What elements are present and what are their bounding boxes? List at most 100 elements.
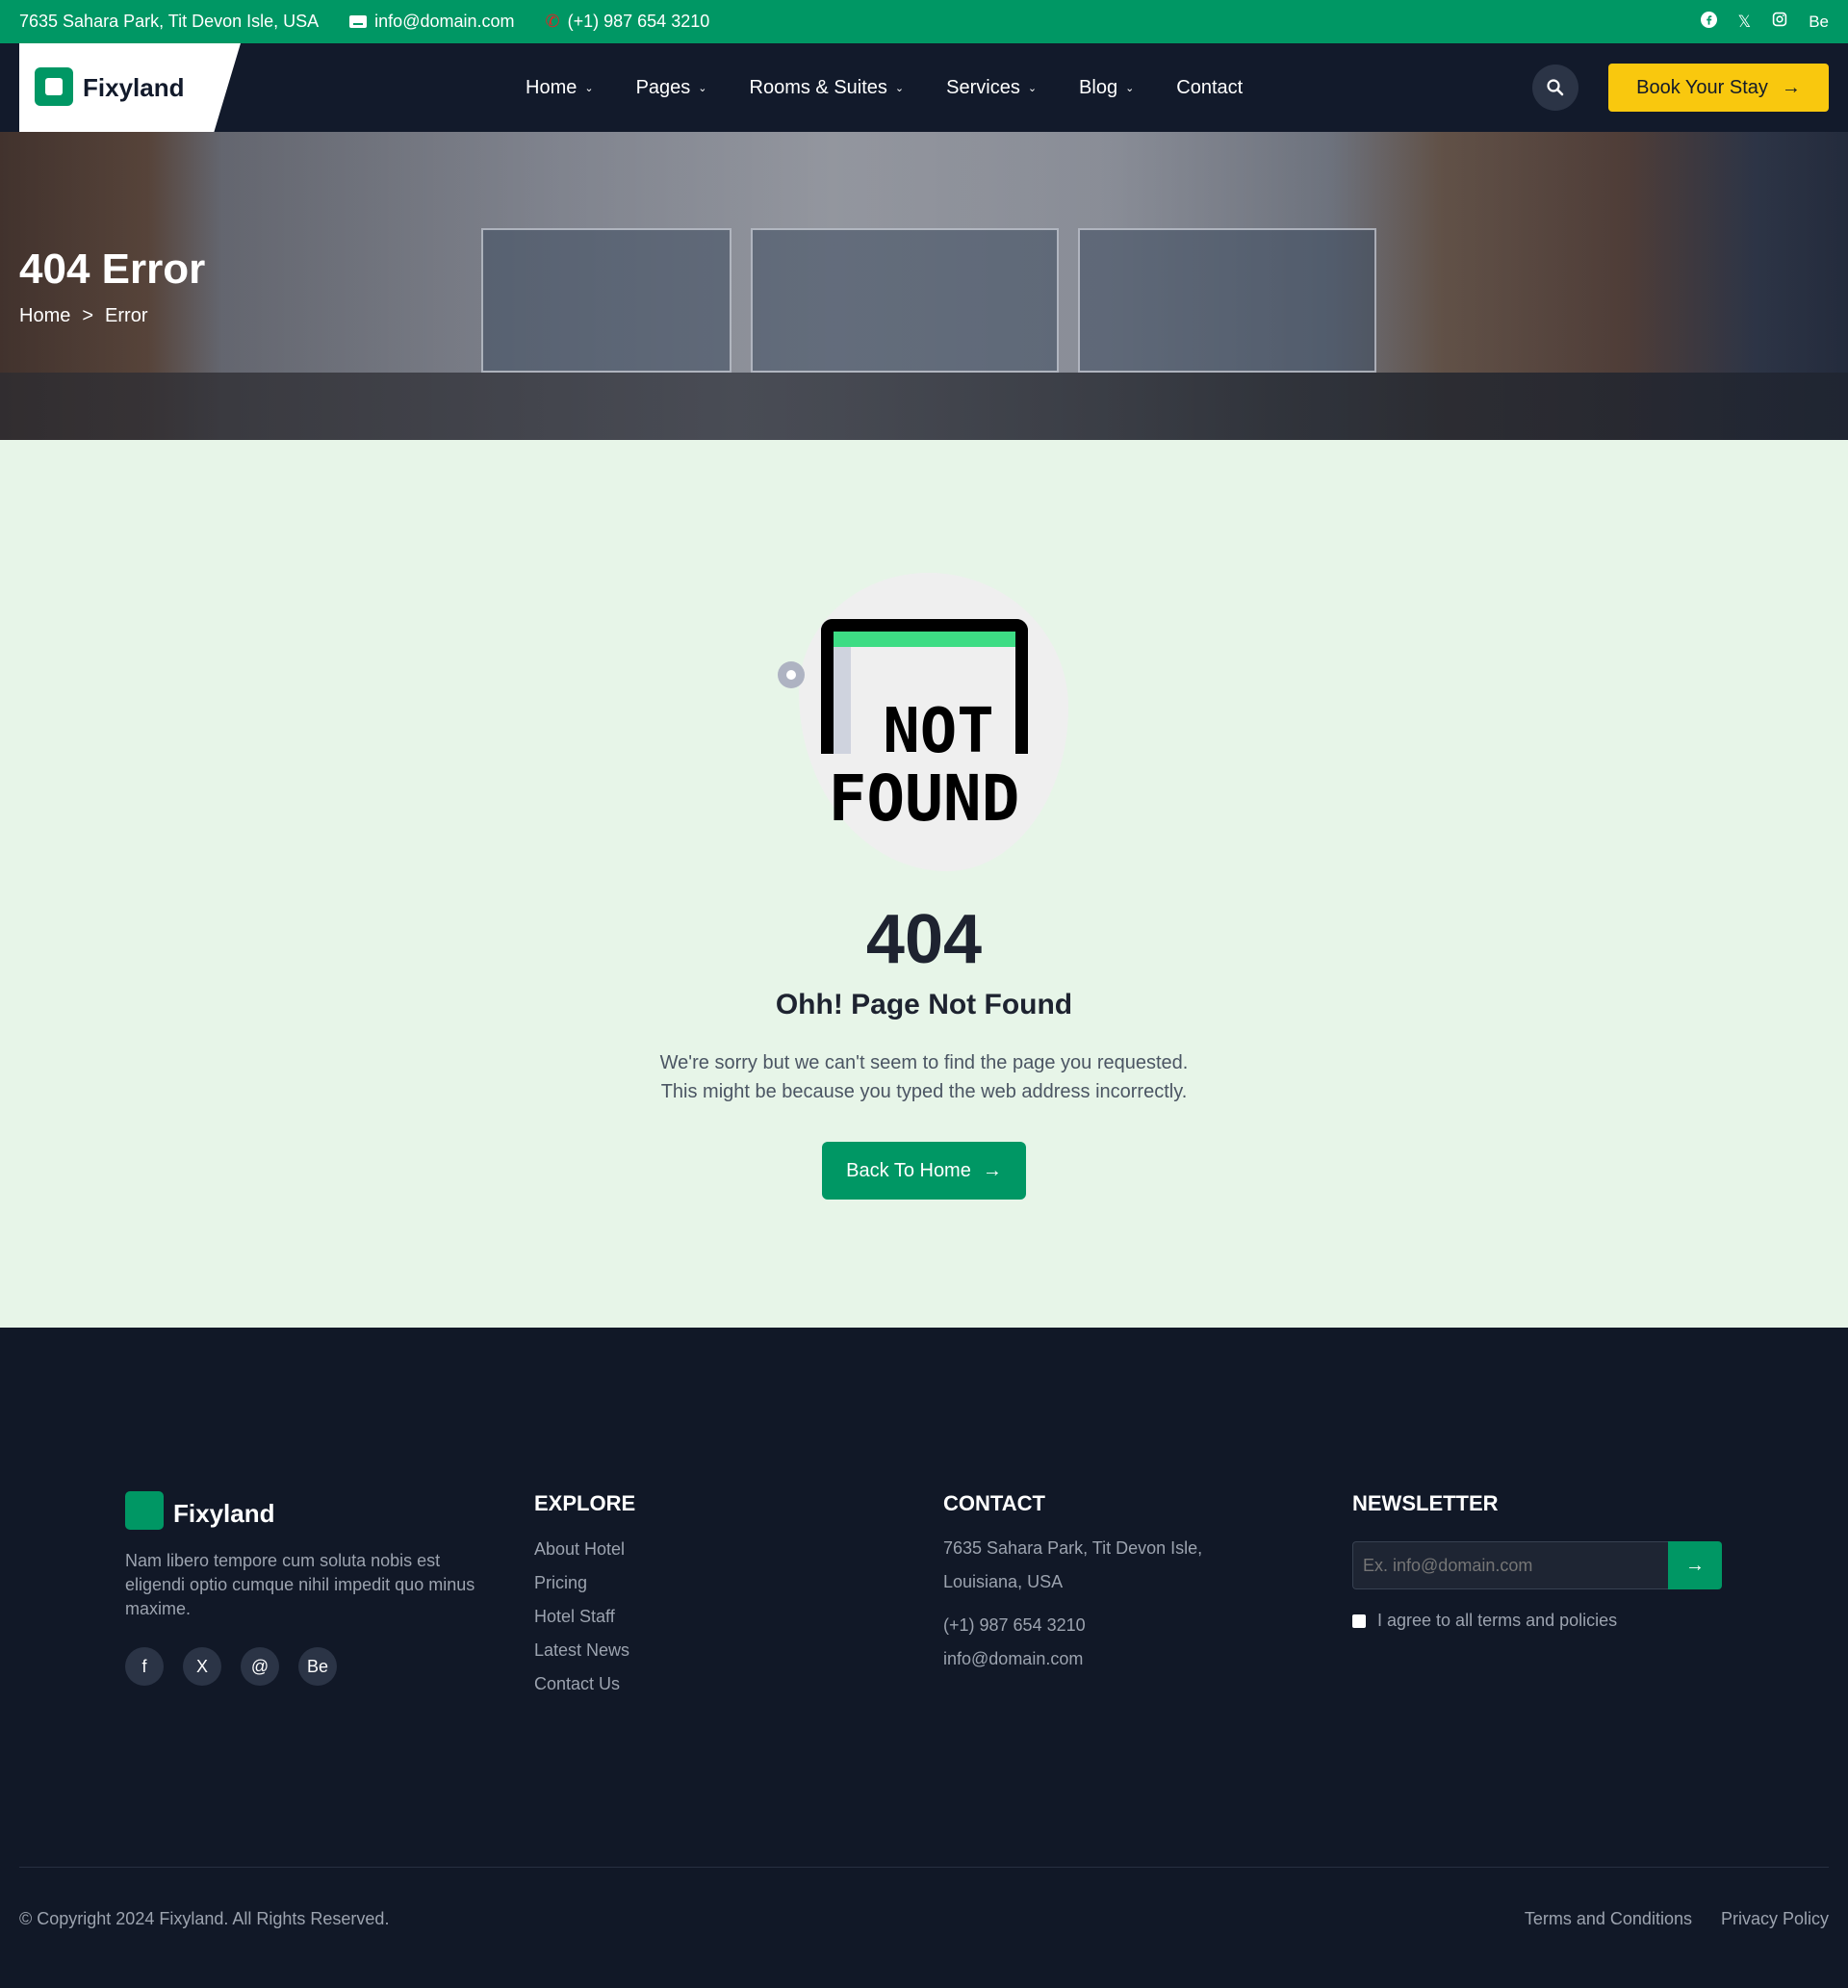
address-text: 7635 Sahara Park, Tit Devon Isle, USA: [19, 12, 320, 31]
logo[interactable]: Fixyland: [19, 43, 241, 132]
explore-links: About Hotel Pricing Hotel Staff Latest N…: [534, 1539, 635, 1708]
breadcrumb-separator: >: [82, 305, 94, 326]
behance-icon[interactable]: Be: [298, 1647, 337, 1686]
instagram-icon[interactable]: [1772, 12, 1787, 32]
x-icon[interactable]: X: [183, 1647, 221, 1686]
nav-blog[interactable]: Blog ⌄: [1079, 77, 1134, 99]
footer-divider: [19, 1867, 1829, 1868]
footer-link[interactable]: Pricing: [534, 1573, 635, 1607]
book-your-stay-button[interactable]: Book Your Stay →: [1608, 64, 1829, 112]
footer-email[interactable]: info@domain.com: [943, 1642, 1202, 1676]
office-window: [1078, 228, 1376, 373]
top-bar: 7635 Sahara Park, Tit Devon Isle, USA in…: [0, 0, 1848, 43]
search-button[interactable]: [1532, 65, 1578, 111]
privacy-link[interactable]: Privacy Policy: [1721, 1909, 1829, 1929]
illustration-dot: [778, 661, 805, 688]
chevron-down-icon: ⌄: [1027, 82, 1038, 94]
office-window: [481, 228, 732, 373]
arrow-right-icon: →: [982, 1159, 1002, 1181]
facebook-icon[interactable]: f: [125, 1647, 164, 1686]
footer-social-links: f X @ Be: [125, 1647, 337, 1686]
newsletter-form: →: [1352, 1541, 1722, 1589]
arrow-right-icon: →: [1781, 76, 1801, 98]
phone-text[interactable]: (+1) 987 654 3210: [568, 12, 710, 32]
contact-info: 7635 Sahara Park, Tit Devon Isle, USA in…: [19, 0, 709, 43]
book-label: Book Your Stay: [1636, 76, 1768, 98]
search-icon: [1547, 79, 1564, 96]
browser-bar: [834, 632, 1015, 647]
brand-name: Fixyland: [83, 73, 185, 102]
not-found-line1: NOT: [883, 696, 994, 767]
footer-link[interactable]: Contact Us: [534, 1674, 635, 1708]
chevron-down-icon: ⌄: [1125, 82, 1135, 94]
chevron-down-icon: ⌄: [894, 82, 905, 94]
agree-checkbox[interactable]: [1352, 1614, 1366, 1628]
error-code: 404: [865, 901, 983, 978]
office-window: [751, 228, 1059, 373]
not-found-text: NOT FOUND: [818, 698, 1030, 833]
email-link[interactable]: info@domain.com: [349, 12, 515, 32]
phone-link[interactable]: ✆ (+1) 987 654 3210: [546, 12, 710, 32]
footer-about: Nam libero tempore cum soluta nobis est …: [125, 1551, 475, 1618]
nav-label: Blog: [1079, 76, 1118, 98]
envelope-icon: [349, 15, 368, 28]
footer-contact: CONTACT 7635 Sahara Park, Tit Devon Isle…: [943, 1491, 1202, 1676]
error-title: Ohh! Page Not Found: [775, 989, 1073, 1020]
back-to-home-button[interactable]: Back To Home →: [822, 1142, 1026, 1200]
not-found-illustration: NOT FOUND: [770, 573, 1078, 881]
error-description-line: This might be because you typed the web …: [660, 1081, 1188, 1102]
phone-icon: ✆: [545, 12, 560, 31]
breadcrumb-home[interactable]: Home: [19, 305, 70, 327]
x-icon[interactable]: 𝕏: [1738, 13, 1752, 32]
chevron-down-icon: ⌄: [584, 82, 594, 94]
behance-icon[interactable]: Be: [1809, 13, 1829, 32]
nav-contact[interactable]: Contact: [1176, 77, 1243, 99]
breadcrumb-current: Error: [105, 305, 148, 326]
footer-address-line: Louisiana, USA: [943, 1572, 1064, 1591]
agree-label: I agree to all terms and policies: [1377, 1611, 1618, 1630]
footer-brand-name[interactable]: Fixyland: [173, 1499, 274, 1529]
nav-home[interactable]: Home ⌄: [526, 77, 594, 99]
nav-services[interactable]: Services ⌄: [946, 77, 1037, 99]
logo-mark-icon: [125, 1491, 164, 1530]
nav-label: Contact: [1176, 76, 1244, 98]
chevron-down-icon: ⌄: [698, 82, 707, 94]
footer-link[interactable]: About Hotel: [534, 1539, 635, 1573]
main-nav: Home ⌄ Pages ⌄ Rooms & Suites ⌄ Services ⌄ B…: [526, 43, 1285, 132]
nav-pages[interactable]: Pages ⌄: [636, 77, 707, 99]
footer-phone[interactable]: (+1) 987 654 3210: [943, 1609, 1202, 1642]
terms-link[interactable]: Terms and Conditions: [1525, 1909, 1692, 1929]
email-text[interactable]: info@domain.com: [374, 12, 514, 32]
site-footer: Fixyland Nam libero tempore cum soluta n…: [0, 1328, 1848, 1988]
footer-link[interactable]: Latest News: [534, 1640, 635, 1674]
terms-agreement: I agree to all terms and policies: [1352, 1611, 1617, 1631]
nav-label: Pages: [635, 76, 691, 98]
newsletter-submit-button[interactable]: →: [1668, 1541, 1722, 1589]
nav-rooms-suites[interactable]: Rooms & Suites ⌄: [750, 77, 905, 99]
nav-label: Services: [946, 76, 1020, 98]
footer-explore: EXPLORE About Hotel Pricing Hotel Staff …: [534, 1491, 635, 1708]
legal-links: Terms and Conditions Privacy Policy: [1525, 1909, 1829, 1929]
breadcrumb: Home > Error: [19, 305, 148, 327]
newsletter-email-input[interactable]: [1352, 1541, 1668, 1589]
office-floor: [0, 373, 1848, 440]
copyright: © Copyright 2024 Fixyland. All Rights Re…: [19, 1909, 390, 1928]
back-label: Back To Home: [846, 1159, 971, 1181]
error-description: We're sorry but we can't seem to find th…: [0, 1048, 1848, 1106]
nav-label: Home: [526, 76, 578, 98]
footer-newsletter: NEWSLETTER → I agree to all terms and po…: [1352, 1491, 1737, 1630]
page-title: 404 Error: [19, 245, 206, 293]
threads-icon[interactable]: @: [241, 1647, 279, 1686]
top-social-links: 𝕏 Be: [1700, 0, 1829, 43]
nav-label: Rooms & Suites: [749, 76, 887, 98]
footer-address-line: 7635 Sahara Park, Tit Devon Isle,: [943, 1538, 1203, 1558]
error-description-line: We're sorry but we can't seem to find th…: [659, 1052, 1189, 1073]
footer-link[interactable]: Hotel Staff: [534, 1607, 635, 1640]
explore-heading: EXPLORE: [534, 1491, 636, 1515]
contact-details: 7635 Sahara Park, Tit Devon Isle, Louisi…: [943, 1532, 1202, 1676]
contact-heading: CONTACT: [943, 1491, 1045, 1515]
facebook-icon[interactable]: [1700, 11, 1717, 33]
main-header: Fixyland Home ⌄ Pages ⌄ Rooms & Suites ⌄ Se…: [0, 43, 1848, 132]
page-hero: 404 Error Home > Error: [0, 132, 1848, 440]
error-section: NOT FOUND 404 Ohh! Page Not Found We're …: [0, 440, 1848, 1328]
